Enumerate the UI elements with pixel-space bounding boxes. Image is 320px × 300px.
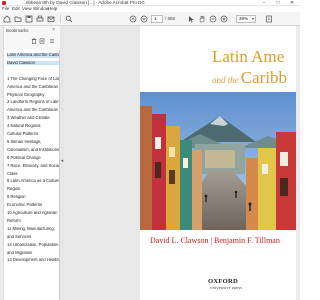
- bookmark-item[interactable]: 8 Latin America as a Culture: [7, 179, 59, 184]
- cover-title-and: and the: [212, 75, 239, 85]
- bookmarks-title: Bookmarks: [6, 28, 29, 33]
- bookmark-item[interactable]: 9 Religion: [7, 195, 59, 200]
- bookmark-item[interactable]: 4 Natural Regions: [7, 124, 59, 129]
- print-icon[interactable]: [35, 14, 45, 24]
- cover-photo: [140, 92, 300, 230]
- bookmark-item[interactable]: 10 Agriculture and Agrarian: [7, 211, 59, 216]
- zoom-chevron-down-icon[interactable]: ▾: [252, 15, 254, 23]
- cover-title-caribbean: Caribb: [240, 68, 288, 87]
- app-icon: [2, 1, 6, 5]
- publisher-subtitle: UNIVERSITY PRESS: [210, 286, 243, 290]
- page-number-field[interactable]: 1: [151, 15, 163, 23]
- bookmark-item[interactable]: 12 Urbanization, Population: [7, 243, 59, 248]
- bookmark-item[interactable]: Colonialism, and Institutions: [7, 148, 59, 153]
- bookmark-item[interactable]: Latin America and the Caribbean 8th by: [7, 53, 59, 58]
- mail-icon[interactable]: [46, 14, 56, 24]
- next-page-icon[interactable]: [139, 14, 149, 24]
- zoom-out-icon[interactable]: [208, 14, 218, 24]
- trash-icon[interactable]: [30, 38, 37, 45]
- cursor-icon[interactable]: [186, 14, 196, 24]
- bookmark-item[interactable]: 1 The Changing Face of Latin: [7, 77, 59, 82]
- bookmark-item[interactable]: America and the Caribbean: [7, 85, 59, 90]
- bookmarks-close-icon[interactable]: ×: [52, 27, 55, 33]
- zoom-in-icon[interactable]: [219, 14, 229, 24]
- bookmark-item[interactable]: David Clawson: [7, 60, 59, 66]
- bookmark-item[interactable]: 13 Development and Health: [7, 258, 59, 263]
- bookmark-item[interactable]: America and the Caribbean: [7, 108, 59, 113]
- bookmark-options-icon[interactable]: [48, 38, 55, 45]
- bookmark-add-icon[interactable]: [38, 38, 45, 45]
- bookmark-item[interactable]: 7 Race, Ethnicity, and Social: [7, 164, 59, 169]
- bookmark-item[interactable]: Class: [7, 172, 59, 177]
- search-icon[interactable]: [64, 14, 74, 24]
- bookmark-item[interactable]: 6 Political Change: [7, 156, 59, 161]
- hand-icon[interactable]: [197, 14, 207, 24]
- bookmark-item[interactable]: 11 Mining, Manufacturing,: [7, 227, 59, 232]
- cover-title-line2: and the Caribb: [212, 68, 287, 88]
- fit-page-icon[interactable]: [264, 14, 274, 24]
- save-icon[interactable]: [24, 14, 34, 24]
- bookmark-item[interactable]: and Migration: [7, 251, 59, 256]
- bookmark-item[interactable]: Region: [7, 187, 59, 192]
- folder-icon[interactable]: [13, 14, 23, 24]
- right-tool-rail: [296, 26, 300, 300]
- publisher-logo: OXFORD: [208, 278, 238, 285]
- bookmark-item[interactable]: 3 Weather and Climate: [7, 116, 59, 121]
- home-icon[interactable]: [2, 14, 12, 24]
- bookmark-item[interactable]: and Services: [7, 235, 59, 240]
- cover-title-line1: Latin Ame: [212, 47, 285, 66]
- bookmark-item[interactable]: Cultural Patterns: [7, 132, 59, 137]
- bookmark-item[interactable]: Economic Patterns: [7, 203, 59, 208]
- bookmark-item[interactable]: 2 Landform Regions of Latin: [7, 100, 59, 105]
- bookmark-item[interactable]: Physical Geography: [7, 93, 59, 98]
- cover-authors: David L. Clawson | Benjamin F. Tillman: [150, 236, 280, 245]
- toolbar-divider: [60, 15, 61, 23]
- prev-page-icon[interactable]: [128, 14, 138, 24]
- page-total: / 592: [165, 16, 176, 21]
- bookmark-item[interactable]: 5 Iberian Heritage,: [7, 140, 59, 145]
- bookmark-item[interactable]: Reform: [7, 219, 59, 224]
